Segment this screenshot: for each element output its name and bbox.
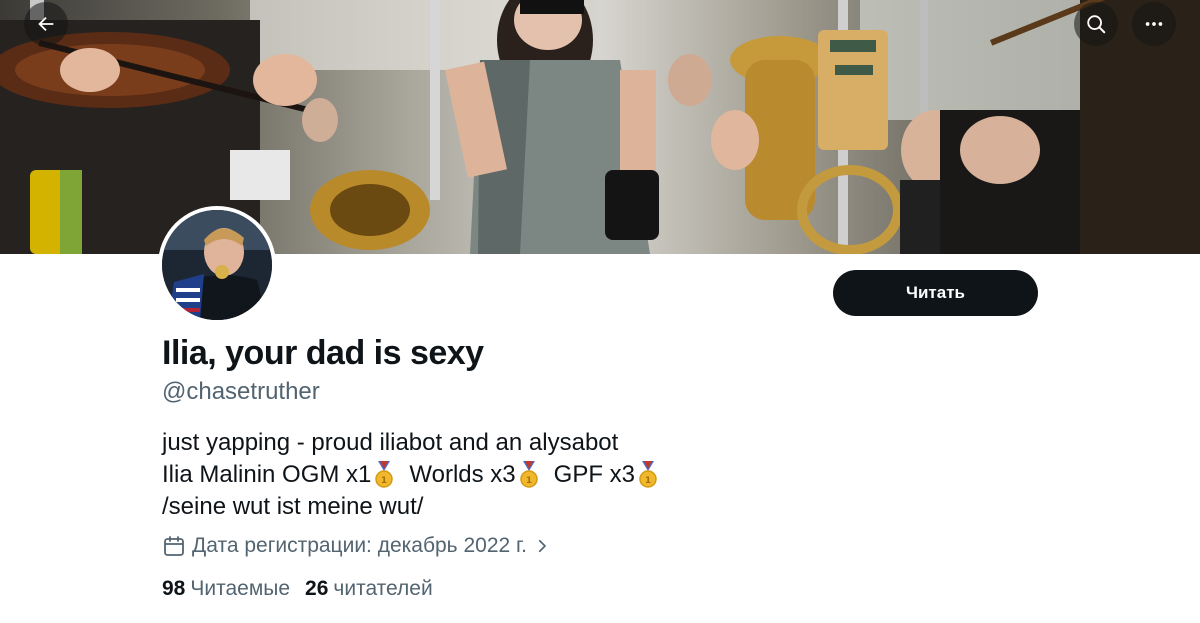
follow-stats: 98 Читаемые 26 читателей — [162, 577, 448, 601]
avatar-photo — [162, 210, 272, 320]
bio-line-1: just yapping - proud iliabot and an alys… — [162, 429, 619, 456]
username-handle: @chasetruther — [162, 378, 320, 405]
bio-achievement-worlds: Worlds x3 — [409, 461, 516, 488]
bio-achievement-olympics: Ilia Malinin OGM x1 — [162, 461, 372, 488]
profile-bio: just yapping - proud iliabot and an alys… — [162, 427, 673, 523]
followers-label: читателей — [333, 577, 433, 600]
following-link[interactable]: 98 Читаемые — [162, 577, 305, 601]
join-date-label: Дата регистрации: декабрь 2022 г. — [192, 534, 527, 557]
profile-banner[interactable] — [0, 0, 1200, 254]
following-count: 98 — [162, 577, 186, 600]
display-name: Ilia, your dad is sexy — [162, 334, 484, 372]
gold-medal-icon: 1 — [519, 461, 538, 488]
svg-text:1: 1 — [645, 476, 651, 486]
gold-medal-icon: 1 — [639, 461, 657, 488]
chevron-right-icon[interactable] — [533, 537, 551, 555]
following-label: Читаемые — [190, 577, 291, 600]
profile-page: Читать Ilia, your dad is sexy @chasetrut… — [0, 0, 1200, 623]
search-button[interactable] — [1074, 2, 1118, 46]
arrow-left-icon — [38, 16, 54, 32]
bio-line-3: /seine wut ist meine wut/ — [162, 493, 424, 520]
banner-photo — [0, 0, 1200, 254]
follow-button[interactable]: Читать — [833, 270, 1038, 316]
avatar[interactable] — [158, 206, 276, 324]
calendar-icon — [164, 536, 184, 556]
gold-medal-icon: 1 — [375, 461, 394, 488]
followers-count: 26 — [305, 577, 329, 600]
bio-line-2: Ilia Malinin OGM x1 1 Worlds x3 1 GPF x3… — [162, 459, 673, 491]
search-icon — [1087, 15, 1106, 34]
svg-text:1: 1 — [526, 476, 532, 486]
join-date: Дата регистрации: декабрь 2022 г. — [162, 534, 551, 558]
bio-achievement-gpf: GPF x3 — [553, 461, 636, 488]
more-horizontal-icon — [1145, 22, 1163, 26]
back-button[interactable] — [24, 2, 68, 46]
more-options-button[interactable] — [1132, 2, 1176, 46]
followers-link[interactable]: 26 читателей — [305, 577, 448, 601]
svg-text:1: 1 — [381, 476, 387, 486]
